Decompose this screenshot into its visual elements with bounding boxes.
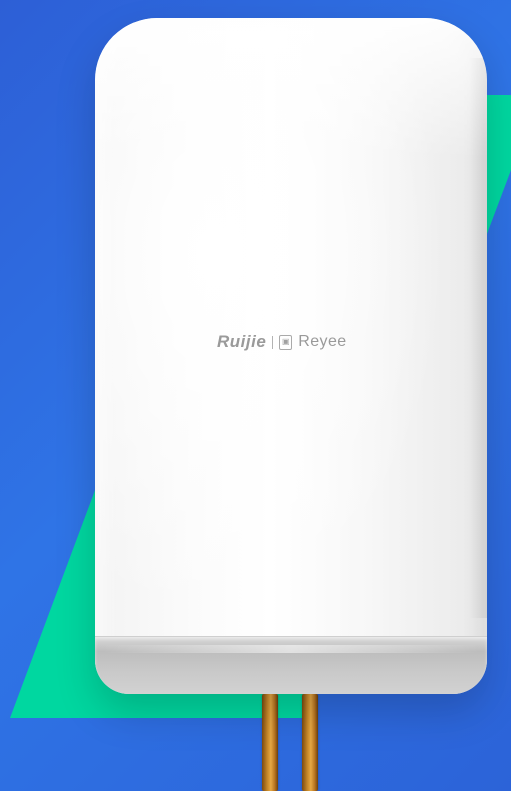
cable-left — [262, 694, 278, 791]
brand-ruijie-text: Ruijie — [217, 332, 267, 351]
logo-divider — [272, 335, 274, 349]
device-top-highlight — [95, 18, 487, 158]
antenna-cables — [262, 694, 322, 791]
band-sheen — [103, 645, 479, 653]
reyee-mark-icon: ▣ — [279, 334, 293, 350]
device-bottom-band — [95, 636, 487, 694]
product-image: Ruijie ▣ Reyee — [0, 0, 511, 791]
brand-reyee-text: Reyee — [298, 333, 347, 350]
device-edge-shadow — [469, 58, 487, 618]
brand-logo: Ruijie ▣ Reyee — [217, 332, 347, 352]
cable-right — [302, 694, 318, 791]
outdoor-cpe-device: Ruijie ▣ Reyee — [95, 18, 487, 694]
